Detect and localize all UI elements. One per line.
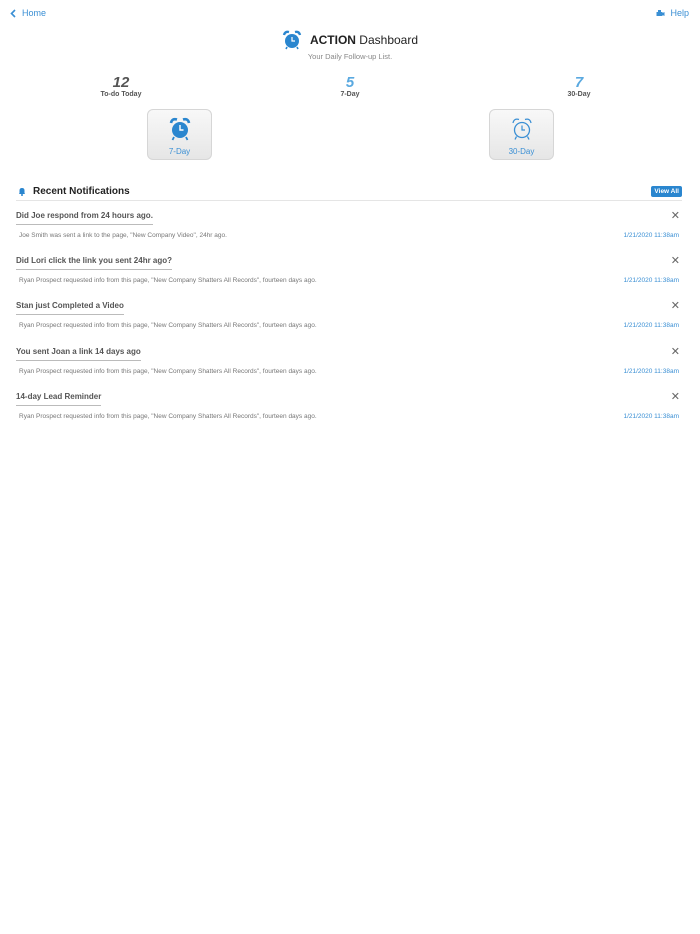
stat-7-day-label: 7-Day — [340, 91, 360, 98]
close-icon[interactable]: ✕ — [671, 256, 680, 267]
tile-30-day-label: 30-Day — [508, 147, 535, 156]
stat-30-day-label: 30-Day — [567, 91, 591, 98]
stat-30-day-value: 7 — [574, 74, 584, 91]
alarm-clock-filled-icon — [169, 117, 190, 141]
home-label: Home — [22, 8, 47, 18]
stat-30-day: 7 30-Day — [539, 74, 619, 98]
chevron-left-icon — [10, 8, 16, 18]
list-item: You sent Joan a link 14 days ago ✕ Ryan … — [16, 347, 682, 392]
notification-text: Joe Smith was sent a link to the page, "… — [19, 232, 227, 239]
list-item: 14-day Lead Reminder ✕ Ryan Prospect req… — [16, 392, 682, 437]
close-icon[interactable]: ✕ — [671, 211, 680, 222]
notification-heading[interactable]: Did Lori click the link you sent 24hr ag… — [16, 256, 173, 270]
page-subtitle: Your Daily Follow-up List. — [307, 52, 393, 61]
stat-todo-value: 12 — [112, 74, 130, 91]
notification-text: Ryan Prospect requested info from this p… — [19, 413, 317, 420]
dashboard-header: ACTION Dashboard Your Daily Follow-up Li… — [0, 30, 700, 61]
home-link[interactable]: Home — [10, 8, 46, 18]
notification-heading[interactable]: Did Joe respond from 24 hours ago. — [16, 211, 153, 225]
close-icon[interactable]: ✕ — [671, 301, 680, 312]
notification-time: 1/21/2020 11:38am — [623, 322, 679, 329]
tile-7-day[interactable]: 7-Day — [147, 109, 212, 160]
stat-7-day: 5 7-Day — [310, 74, 390, 98]
bell-icon — [19, 188, 25, 196]
tile-30-day[interactable]: 30-Day — [489, 109, 554, 160]
stat-todo-today: 12 To-do Today — [81, 74, 161, 98]
notification-text: Ryan Prospect requested info from this p… — [19, 368, 317, 375]
help-icon — [656, 10, 665, 16]
close-icon[interactable]: ✕ — [671, 347, 680, 358]
help-link[interactable]: Help — [656, 8, 689, 18]
notification-heading[interactable]: Stan just Completed a Video — [16, 301, 124, 315]
notification-text: Ryan Prospect requested info from this p… — [19, 277, 317, 284]
alarm-clock-icon — [282, 30, 302, 50]
list-item: Stan just Completed a Video ✕ Ryan Prosp… — [16, 301, 682, 346]
notifications-header: Recent Notifications View All — [16, 183, 682, 201]
close-icon[interactable]: ✕ — [671, 392, 680, 403]
notification-time: 1/21/2020 11:38am — [623, 277, 679, 284]
stat-7-day-value: 5 — [345, 74, 355, 91]
page-title: ACTION Dashboard — [309, 33, 419, 47]
notification-time: 1/21/2020 11:38am — [623, 368, 679, 375]
alarm-clock-outline-icon — [511, 118, 532, 140]
notification-text: Ryan Prospect requested info from this p… — [19, 322, 317, 329]
notification-time: 1/21/2020 11:38am — [623, 232, 679, 239]
help-label: Help — [670, 8, 689, 18]
stat-todo-label: To-do Today — [100, 91, 142, 98]
notification-heading[interactable]: 14-day Lead Reminder — [16, 392, 102, 406]
list-item: Did Joe respond from 24 hours ago. ✕ Joe… — [16, 211, 682, 256]
notification-heading[interactable]: You sent Joan a link 14 days ago — [16, 347, 141, 361]
top-bar: Home Help — [0, 0, 700, 30]
tile-7-day-label: 7-Day — [168, 147, 191, 156]
notification-time: 1/21/2020 11:38am — [623, 413, 679, 420]
notifications-title: Recent Notifications — [33, 186, 130, 197]
list-item: Did Lori click the link you sent 24hr ag… — [16, 256, 682, 301]
view-all-button[interactable]: View All — [651, 186, 682, 197]
